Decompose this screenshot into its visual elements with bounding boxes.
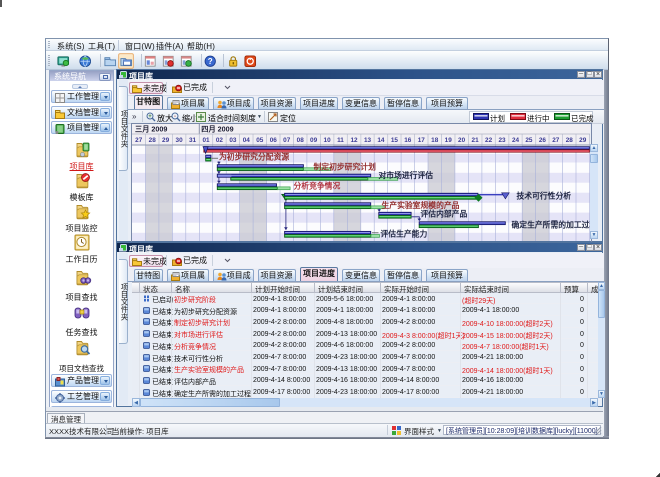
svg-text:18: 18 xyxy=(431,137,439,144)
svg-text:05: 05 xyxy=(256,137,264,144)
svg-text:16: 16 xyxy=(404,137,412,144)
svg-text:三月 2009: 三月 2009 xyxy=(135,125,167,134)
svg-text:10: 10 xyxy=(324,137,332,144)
svg-text:13: 13 xyxy=(364,137,372,144)
svg-text:17: 17 xyxy=(418,137,426,144)
svg-text:09: 09 xyxy=(310,137,318,144)
svg-text:+: + xyxy=(148,114,152,120)
svg-text:20: 20 xyxy=(458,137,466,144)
svg-text:为初步研究分配资源: 为初步研究分配资源 xyxy=(219,152,289,162)
svg-text:08: 08 xyxy=(297,137,305,144)
svg-text:对市场进行评估: 对市场进行评估 xyxy=(379,170,434,180)
svg-text:四月 2009: 四月 2009 xyxy=(201,125,233,134)
svg-text:28: 28 xyxy=(566,137,574,144)
svg-text:25: 25 xyxy=(525,137,533,144)
svg-text:制定初步研究计划: 制定初步研究计划 xyxy=(314,161,377,171)
svg-text:12: 12 xyxy=(350,137,358,144)
svg-text:03: 03 xyxy=(229,137,237,144)
svg-text:22: 22 xyxy=(485,137,493,144)
svg-text:确定生产所需的加工过程: 确定生产所需的加工过程 xyxy=(512,219,591,229)
svg-text:29: 29 xyxy=(579,137,587,144)
svg-text:31: 31 xyxy=(189,137,197,144)
svg-text:技术可行性分析: 技术可行性分析 xyxy=(517,190,572,200)
svg-text:27: 27 xyxy=(135,137,143,144)
svg-text:06: 06 xyxy=(270,137,278,144)
svg-text:19: 19 xyxy=(445,137,453,144)
svg-text:14: 14 xyxy=(377,137,385,144)
svg-text:27: 27 xyxy=(552,137,560,144)
svg-text:23: 23 xyxy=(498,137,506,144)
svg-text:04: 04 xyxy=(243,137,251,144)
svg-text:30: 30 xyxy=(176,137,184,144)
svg-text:11: 11 xyxy=(337,137,344,144)
svg-text:-: - xyxy=(174,114,176,120)
svg-text:24: 24 xyxy=(512,137,520,144)
svg-text:15: 15 xyxy=(391,137,399,144)
svg-text:生产实验室规模的产品: 生产实验室规模的产品 xyxy=(382,200,460,210)
svg-text:28: 28 xyxy=(149,137,157,144)
svg-text:评估生产能力: 评估生产能力 xyxy=(381,229,428,239)
svg-text:?: ? xyxy=(208,57,213,66)
svg-text:07: 07 xyxy=(283,137,291,144)
svg-text:分析竞争情况: 分析竞争情况 xyxy=(294,181,341,191)
svg-text:02: 02 xyxy=(216,137,224,144)
svg-text:01: 01 xyxy=(202,137,210,144)
svg-text:评估内部产品: 评估内部产品 xyxy=(421,208,468,218)
svg-text:21: 21 xyxy=(472,137,480,144)
svg-text:26: 26 xyxy=(539,137,547,144)
svg-text:29: 29 xyxy=(162,137,170,144)
